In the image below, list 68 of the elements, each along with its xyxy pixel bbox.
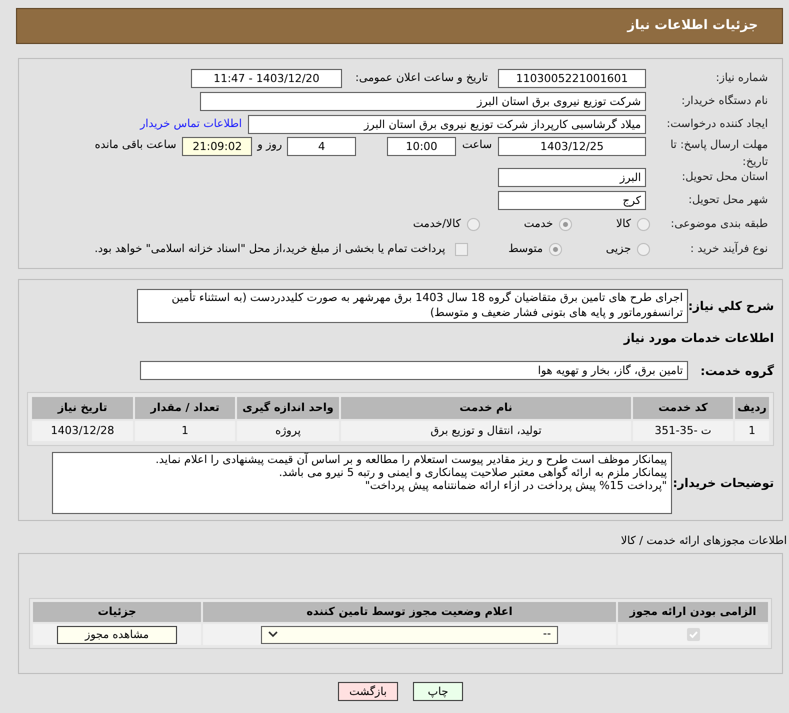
field-label: تاریخ و ساعت اعلان عمومی: [354, 70, 488, 86]
back-button[interactable]: بازگشت [338, 682, 398, 701]
radio-label: جزیی [606, 240, 631, 257]
field-label: گروه خدمت: [699, 362, 774, 380]
column-header: جزئیات [33, 602, 201, 622]
field-label: مهلت ارسال پاسخ: تا تاریخ: [669, 137, 769, 170]
field-label: ایجاد کننده درخواست: [666, 116, 769, 132]
text-field[interactable]: شرکت توزیع نیروی برق استان البرز [200, 92, 646, 110]
text-field[interactable]: 1103005221001601 [498, 68, 646, 88]
column-header: اعلام وضعیت مجوز توسط تامین کننده [203, 602, 616, 622]
column-header: الزامی بودن ارائه مجوز [618, 602, 768, 622]
field-label: نوع فرآیند خرید : [689, 240, 769, 257]
checkbox[interactable] [455, 242, 468, 256]
text-field[interactable]: 10:00 [387, 137, 456, 156]
checkbox[interactable] [686, 628, 700, 641]
remaining-time-field[interactable]: 21:09:02 [182, 137, 252, 156]
radio-button[interactable] [637, 218, 650, 230]
table-cell: 1403/12/28 [32, 421, 133, 441]
text-field[interactable]: البرز [498, 168, 646, 186]
table-cell: پروژه [237, 421, 339, 441]
description-textarea[interactable]: اجرای طرح های تامین برق متقاضیان گروه 18 سال 1403 برق مهرشهر به صورت کلیددردست (به استثناء تأمین ترانسفورماتور و پایه های بتونی فشار ضعیف و متوسط) [137, 289, 688, 323]
column-header: کد خدمت [633, 397, 733, 419]
radio-label: خدمت [524, 216, 554, 232]
radio-label: متوسط [508, 240, 543, 257]
field-label: توضیحات خریدار: [672, 475, 774, 492]
remaining-label: ساعت باقی مانده [94, 137, 176, 153]
text-field[interactable]: تامین برق، گاز، بخار و تهویه هوا [140, 361, 688, 380]
status-dropdown[interactable]: -- [261, 626, 558, 644]
text-field[interactable]: 1403/12/25 [498, 137, 646, 156]
text-field[interactable]: کرج [498, 190, 646, 210]
section-title: اطلاعات خدمات مورد نیاز [622, 330, 774, 347]
view-permit-button[interactable]: مشاهده مجوز [57, 626, 177, 644]
radio-button[interactable] [466, 218, 480, 230]
field-label: شهر محل تحویل: [687, 192, 769, 208]
field-label: نام دستگاه خریدار: [680, 92, 769, 109]
field-label: شماره نیاز: [714, 70, 769, 86]
column-header: تعداد / مقدار [135, 397, 235, 419]
field-label: طبقه بندی موضوعی: [670, 216, 769, 232]
radio-button[interactable] [559, 218, 572, 230]
radio-label: کالا [616, 216, 631, 232]
time-label: ساعت [462, 137, 492, 153]
text-field[interactable]: میلاد گرشاسبی کارپرداز شرکت توزیع نیروی برق استان البرز [248, 114, 646, 134]
note-line: پیمانکار موظف است طرح و ریز مقادیر پیوست استعلام را مطالعه و بر اساس آن قیمت پیشنهادی را اعلام نماید. [154, 453, 667, 466]
note-line: "پرداخت 15% پیش پرداخت در ازاء ارائه ضمانتنامه پیش پرداخت" [364, 479, 667, 492]
buyer-notes-textarea[interactable] [52, 452, 672, 514]
checkbox-label: پرداخت تمام یا بخشی از مبلغ خرید،از محل "اسناد خزانه اسلامی" خواهد بود. [94, 240, 446, 257]
column-header: ردیف [735, 397, 769, 419]
radio-button[interactable] [637, 242, 650, 256]
chevron-down-icon [268, 631, 278, 638]
column-header: نام خدمت [341, 397, 631, 419]
text-field[interactable]: 1403/12/20 - 11:47 [191, 68, 342, 88]
buyer-contact-link[interactable]: اطلاعات تماس خریدار [140, 116, 242, 132]
note-line: پیمانکار ملزم به ارائه گواهی معتبر صلاحیت پیمانکاری و ایمنی و رتبه 5 نیرو می باشد. [278, 466, 667, 479]
field-label: استان محل تحویل: [680, 168, 769, 185]
text-field[interactable]: 4 [287, 137, 356, 156]
days-label: روز و [257, 137, 282, 153]
table-cell: ت -35-351 [633, 421, 733, 441]
field-label: شرح کلي نياز: [688, 298, 774, 315]
column-header: تاریخ نیاز [32, 397, 133, 419]
table-cell: تولید، انتقال و توزیع برق [341, 421, 631, 441]
page-title: جزئیات اطلاعات نیاز [627, 17, 758, 36]
print-button[interactable]: چاپ [413, 682, 463, 701]
radio-button[interactable] [548, 242, 562, 256]
column-header: واحد اندازه گیری [237, 397, 339, 419]
radio-label: کالا/خدمت [413, 216, 461, 232]
section-title: اطلاعات مجوزهای ارائه خدمت / کالا [620, 534, 787, 547]
table-cell: 1 [135, 421, 235, 441]
table-cell: 1 [735, 421, 769, 441]
